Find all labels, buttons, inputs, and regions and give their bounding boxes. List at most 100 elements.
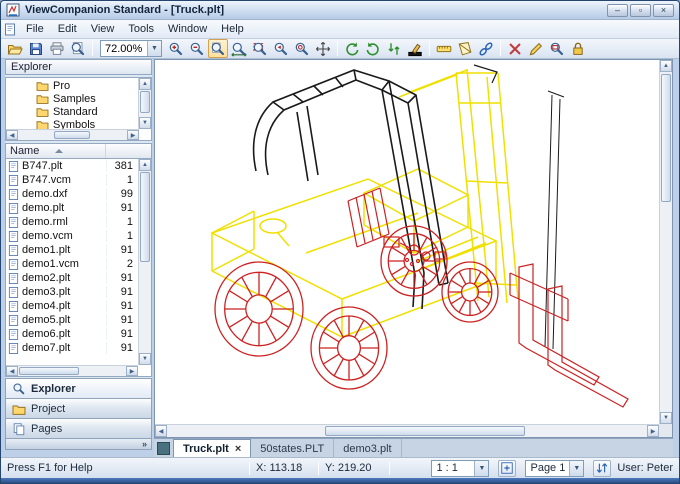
cursor-x-coordinate: X: 113.18 (256, 462, 312, 474)
file-row[interactable]: demo.dxf99 (6, 187, 138, 201)
file-row[interactable]: demo4.plt91 (6, 299, 138, 313)
tab-truck.plt[interactable]: Truck.plt× (173, 439, 251, 458)
canvas-horizontal-scrollbar[interactable]: ◀ ▶ (155, 424, 659, 437)
print-preview-icon[interactable] (68, 39, 88, 58)
menu-tools[interactable]: Tools (121, 21, 161, 37)
flip-vertical-icon[interactable] (384, 39, 404, 58)
size-column-header[interactable] (106, 144, 151, 158)
tree-horizontal-scrollbar[interactable]: ◀ ▶ (6, 129, 139, 140)
save-icon[interactable] (26, 39, 46, 58)
zoom-out-icon[interactable] (187, 39, 207, 58)
sidebar-overflow-strip[interactable]: » (5, 438, 152, 450)
folder-tree[interactable]: ProSamplesStandardSymbols ▲ ▼ ◀ ▶ (5, 77, 152, 141)
pen-color-icon[interactable] (405, 39, 425, 58)
minimize-button[interactable]: – (607, 4, 628, 17)
mdi-child-icon[interactable] (4, 23, 16, 36)
file-row[interactable]: demo1.vcm2 (6, 257, 138, 271)
measure-area-icon[interactable] (455, 39, 475, 58)
file-row[interactable]: demo2.plt91 (6, 271, 138, 285)
drawing-canvas[interactable]: ▲ ▼ ◀ ▶ (154, 59, 673, 438)
scroll-down-icon[interactable]: ▼ (139, 117, 151, 129)
scrollbar-thumb[interactable] (140, 172, 150, 262)
chevron-down-icon[interactable]: ▼ (569, 461, 583, 476)
zoom-rect-icon[interactable] (250, 39, 270, 58)
zoom-width-icon[interactable] (229, 39, 249, 58)
zoom-page-icon[interactable] (208, 39, 228, 58)
file-row[interactable]: B747.vcm1 (6, 173, 138, 187)
file-row[interactable]: demo1.plt91 (6, 243, 138, 257)
file-row[interactable]: demo5.plt91 (6, 313, 138, 327)
scroll-left-icon[interactable]: ◀ (155, 425, 167, 437)
zoom-in-icon[interactable] (166, 39, 186, 58)
scrollbar-thumb[interactable] (54, 131, 90, 139)
canvas-vertical-scrollbar[interactable]: ▲ ▼ (659, 60, 672, 424)
file-row[interactable]: demo6.plt91 (6, 327, 138, 341)
file-list-vertical-scrollbar[interactable]: ▲ ▼ (138, 159, 151, 365)
scrollbar-thumb[interactable] (661, 74, 671, 202)
scroll-left-icon[interactable]: ◀ (6, 130, 18, 140)
fit-scale-button[interactable] (498, 460, 516, 477)
markup-pen-icon[interactable] (526, 39, 546, 58)
file-list[interactable]: B747.plt381B747.vcm1demo.dxf99demo.plt91… (5, 158, 152, 377)
hyperlink-icon[interactable] (476, 39, 496, 58)
scrollbar-thumb[interactable] (140, 91, 150, 113)
tab-demo3.plt[interactable]: demo3.plt (334, 439, 401, 458)
pan-icon[interactable] (313, 39, 333, 58)
menu-help[interactable]: Help (214, 21, 251, 37)
open-icon[interactable] (5, 39, 25, 58)
zoom-level-combo[interactable]: 72.00%▼ (100, 40, 162, 57)
menu-window[interactable]: Window (161, 21, 214, 37)
scrollbar-thumb[interactable] (19, 367, 79, 375)
chevron-down-icon[interactable]: ▼ (147, 41, 161, 56)
tab-menu-button[interactable] (157, 442, 170, 455)
tree-item[interactable]: Symbols (6, 118, 139, 129)
scroll-up-icon[interactable]: ▲ (660, 60, 672, 72)
scroll-up-icon[interactable]: ▲ (139, 78, 151, 90)
scroll-left-icon[interactable]: ◀ (6, 366, 18, 376)
chevrons-icon[interactable]: » (142, 439, 147, 449)
zoom-previous-icon[interactable] (271, 39, 291, 58)
sidebar-nav-explorer[interactable]: Explorer (5, 378, 152, 399)
scrollbar-thumb[interactable] (325, 426, 525, 436)
scale-combo[interactable]: 1 : 1 ▼ (431, 460, 489, 477)
tree-item[interactable]: Standard (6, 105, 139, 118)
name-column-header[interactable]: Name (6, 144, 106, 158)
tree-item[interactable]: Pro (6, 79, 139, 92)
tree-item[interactable]: Samples (6, 92, 139, 105)
scroll-down-icon[interactable]: ▼ (660, 412, 672, 424)
menu-edit[interactable]: Edit (51, 21, 84, 37)
file-row[interactable]: demo.rml1 (6, 215, 138, 229)
magnifier-window-icon[interactable] (547, 39, 567, 58)
titlebar[interactable]: ViewCompanion Standard - [Truck.plt] – ▫… (1, 1, 679, 20)
scroll-right-icon[interactable]: ▶ (126, 366, 138, 376)
tab-close-icon[interactable]: × (235, 443, 241, 455)
menu-view[interactable]: View (84, 21, 122, 37)
file-row[interactable]: demo.vcm1 (6, 229, 138, 243)
scroll-right-icon[interactable]: ▶ (127, 130, 139, 140)
print-icon[interactable] (47, 39, 67, 58)
scroll-up-icon[interactable]: ▲ (139, 159, 151, 171)
scroll-down-icon[interactable]: ▼ (139, 353, 151, 365)
file-row[interactable]: B747.plt381 (6, 159, 138, 173)
chevron-down-icon[interactable]: ▼ (474, 461, 488, 476)
rotate-right-icon[interactable] (363, 39, 383, 58)
file-row[interactable]: demo.plt91 (6, 201, 138, 215)
rotate-left-icon[interactable] (342, 39, 362, 58)
tree-vertical-scrollbar[interactable]: ▲ ▼ (138, 78, 151, 129)
measure-distance-icon[interactable] (434, 39, 454, 58)
tab-50states.plt[interactable]: 50states.PLT (251, 439, 334, 458)
menu-file[interactable]: File (19, 21, 51, 37)
sidebar-nav-project[interactable]: Project (5, 398, 152, 419)
file-row[interactable]: demo3.plt91 (6, 285, 138, 299)
file-list-horizontal-scrollbar[interactable]: ◀ ▶ (6, 365, 138, 376)
file-row[interactable]: demo7.plt91 (6, 341, 138, 355)
page-jump-button[interactable] (593, 460, 611, 477)
scroll-right-icon[interactable]: ▶ (647, 425, 659, 437)
page-combo[interactable]: Page 1 ▼ (525, 460, 584, 477)
sidebar-nav-pages[interactable]: Pages (5, 418, 152, 439)
erase-icon[interactable] (505, 39, 525, 58)
zoom-all-icon[interactable] (292, 39, 312, 58)
maximize-button[interactable]: ▫ (630, 4, 651, 17)
lock-icon[interactable] (568, 39, 588, 58)
close-button[interactable]: × (653, 4, 674, 17)
